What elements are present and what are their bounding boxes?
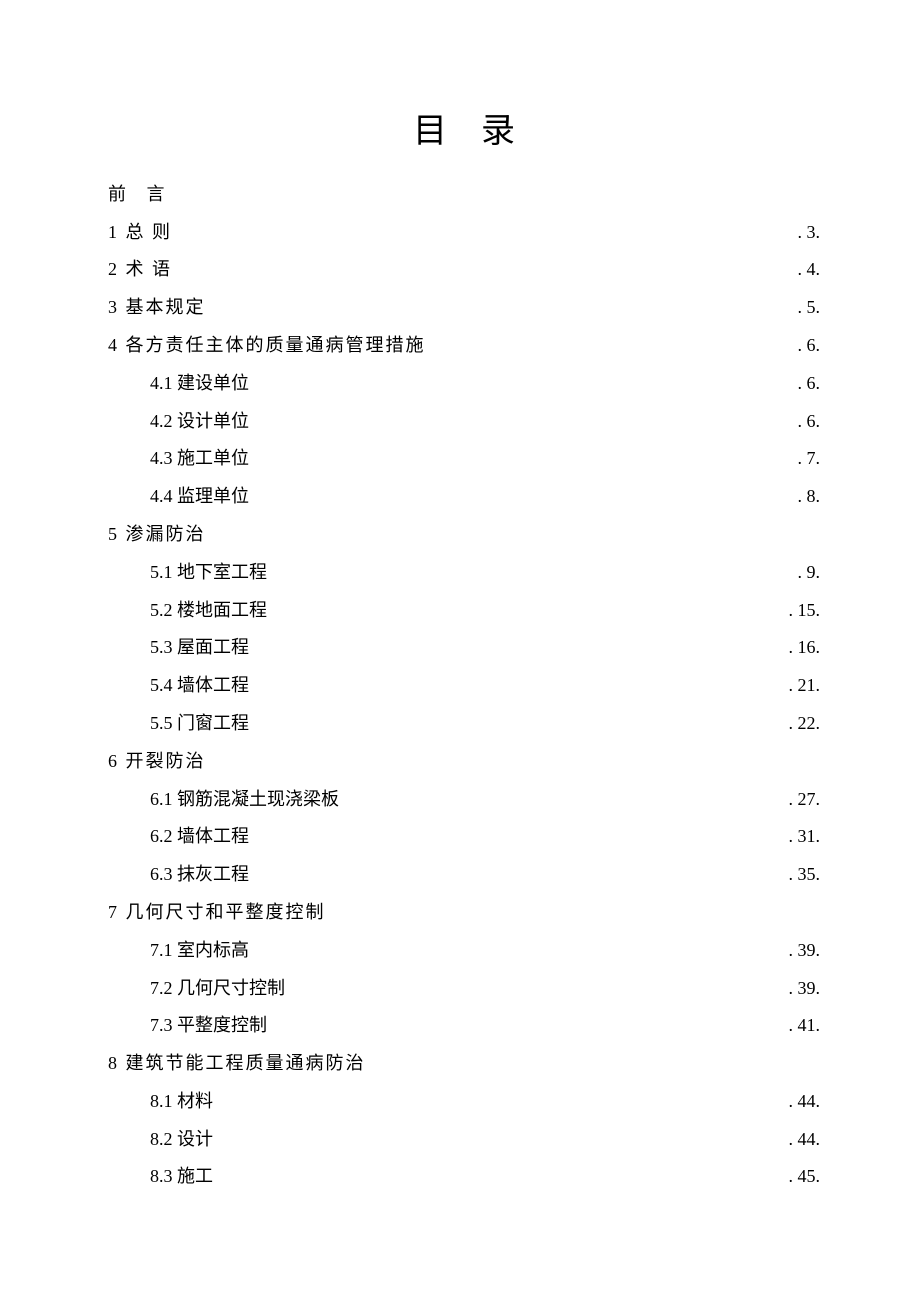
- toc-entry-page: . 7.: [798, 440, 821, 478]
- toc-entry-label: 7 几何尺寸和平整度控制: [108, 894, 326, 932]
- toc-entry: 8.3 施工 . 45.: [108, 1158, 820, 1196]
- toc-entry: 6.2 墙体工程 . 31.: [108, 818, 820, 856]
- toc-entry: 4.3 施工单位 . 7.: [108, 440, 820, 478]
- toc-entry: 7.2 几何尺寸控制 . 39.: [108, 970, 820, 1008]
- toc-entry: 1 总 则 . 3.: [108, 214, 820, 252]
- toc-entry: 4.4 监理单位 . 8.: [108, 478, 820, 516]
- toc-entry-page: . 39.: [789, 970, 821, 1008]
- toc-entry-label: 6.2 墙体工程: [150, 818, 249, 856]
- toc-entry-label: 4 各方责任主体的质量通病管理措施: [108, 327, 426, 365]
- toc-entry-label: 4.4 监理单位: [150, 478, 249, 516]
- toc-entry-label: 5.4 墙体工程: [150, 667, 249, 705]
- toc-entry-page: . 15.: [789, 592, 821, 630]
- toc-entry-page: . 35.: [789, 856, 821, 894]
- toc-entry-label: 7.2 几何尺寸控制: [150, 970, 285, 1008]
- toc-entry: 4.1 建设单位 . 6.: [108, 365, 820, 403]
- toc-entry-label: 8.1 材料: [150, 1083, 213, 1121]
- toc-entry-page: . 27.: [789, 781, 821, 819]
- toc-entry-page: . 22.: [789, 705, 821, 743]
- toc-entry-label: 8.3 施工: [150, 1158, 213, 1196]
- toc-entry: 4 各方责任主体的质量通病管理措施 . 6.: [108, 327, 820, 365]
- toc-entry-page: . 21.: [789, 667, 821, 705]
- toc-entry: 7.3 平整度控制 . 41.: [108, 1007, 820, 1045]
- toc-entry-page: . 4.: [798, 251, 821, 289]
- toc-entry: 7 几何尺寸和平整度控制: [108, 894, 820, 932]
- toc-entry: 5.5 门窗工程 . 22.: [108, 705, 820, 743]
- toc-entry: 5.3 屋面工程 . 16.: [108, 629, 820, 667]
- toc-entry-label: 4.3 施工单位: [150, 440, 249, 478]
- toc-entry-label: 5.5 门窗工程: [150, 705, 249, 743]
- toc-entry: 6.1 钢筋混凝土现浇梁板 . 27.: [108, 781, 820, 819]
- toc-entry-page: . 3.: [798, 214, 821, 252]
- toc-entry: 2 术 语 . 4.: [108, 251, 820, 289]
- toc-entry-label: 6.3 抹灰工程: [150, 856, 249, 894]
- toc-entry-label: 6.1 钢筋混凝土现浇梁板: [150, 781, 339, 819]
- toc-entry-label: 1 总 则: [108, 214, 172, 252]
- toc-entry: 5.4 墙体工程 . 21.: [108, 667, 820, 705]
- toc-entry-page: . 6.: [798, 403, 821, 441]
- toc-entry-page: . 39.: [789, 932, 821, 970]
- toc-entry: 5 渗漏防治: [108, 516, 820, 554]
- toc-entry-page: . 6.: [798, 327, 821, 365]
- page-title: 目录: [108, 103, 820, 152]
- toc-entry-label: 5.1 地下室工程: [150, 554, 267, 592]
- toc-entry-page: . 9.: [798, 554, 821, 592]
- toc-entry-page: . 16.: [789, 629, 821, 667]
- toc-entry-label: 5.2 楼地面工程: [150, 592, 267, 630]
- toc-entry-label: 3 基本规定: [108, 289, 206, 327]
- toc-entry: 5.2 楼地面工程 . 15.: [108, 592, 820, 630]
- toc-entry: 3 基本规定 . 5.: [108, 289, 820, 327]
- toc-entry-label: 4.1 建设单位: [150, 365, 249, 403]
- toc-entry-page: . 44.: [789, 1121, 821, 1159]
- toc-entry-label: 5 渗漏防治: [108, 516, 206, 554]
- toc-entry-label: 前 言: [108, 176, 173, 214]
- toc-entry-page: . 31.: [789, 818, 821, 856]
- toc-entry: 前 言: [108, 176, 820, 214]
- toc-entry-page: . 6.: [798, 365, 821, 403]
- toc-entry: 8 建筑节能工程质量通病防治: [108, 1045, 820, 1083]
- toc-entry-page: . 8.: [798, 478, 821, 516]
- toc-entry-page: . 41.: [789, 1007, 821, 1045]
- toc-entry-label: 8 建筑节能工程质量通病防治: [108, 1045, 366, 1083]
- toc-entry-label: 7.1 室内标高: [150, 932, 249, 970]
- toc-entry-label: 6 开裂防治: [108, 743, 206, 781]
- table-of-contents: 前 言1 总 则. 3.2 术 语. 4.3 基本规定. 5.4 各方责任主体的…: [108, 176, 820, 1197]
- document-page: 目录 前 言1 总 则. 3.2 术 语. 4.3 基本规定. 5.4 各方责任…: [0, 0, 920, 1196]
- toc-entry: 4.2 设计单位 . 6.: [108, 403, 820, 441]
- toc-entry: 8.2 设计 . 44.: [108, 1121, 820, 1159]
- toc-entry-page: . 44.: [789, 1083, 821, 1121]
- toc-entry: 6.3 抹灰工程 . 35.: [108, 856, 820, 894]
- toc-entry: 8.1 材料 . 44.: [108, 1083, 820, 1121]
- toc-entry-label: 4.2 设计单位: [150, 403, 249, 441]
- toc-entry-page: . 45.: [789, 1158, 821, 1196]
- toc-entry: 5.1 地下室工程 . 9.: [108, 554, 820, 592]
- toc-entry-label: 5.3 屋面工程: [150, 629, 249, 667]
- toc-entry: 7.1 室内标高 . 39.: [108, 932, 820, 970]
- toc-entry: 6 开裂防治: [108, 743, 820, 781]
- toc-entry-label: 7.3 平整度控制: [150, 1007, 267, 1045]
- toc-entry-page: . 5.: [798, 289, 821, 327]
- toc-entry-label: 8.2 设计: [150, 1121, 213, 1159]
- toc-entry-label: 2 术 语: [108, 251, 172, 289]
